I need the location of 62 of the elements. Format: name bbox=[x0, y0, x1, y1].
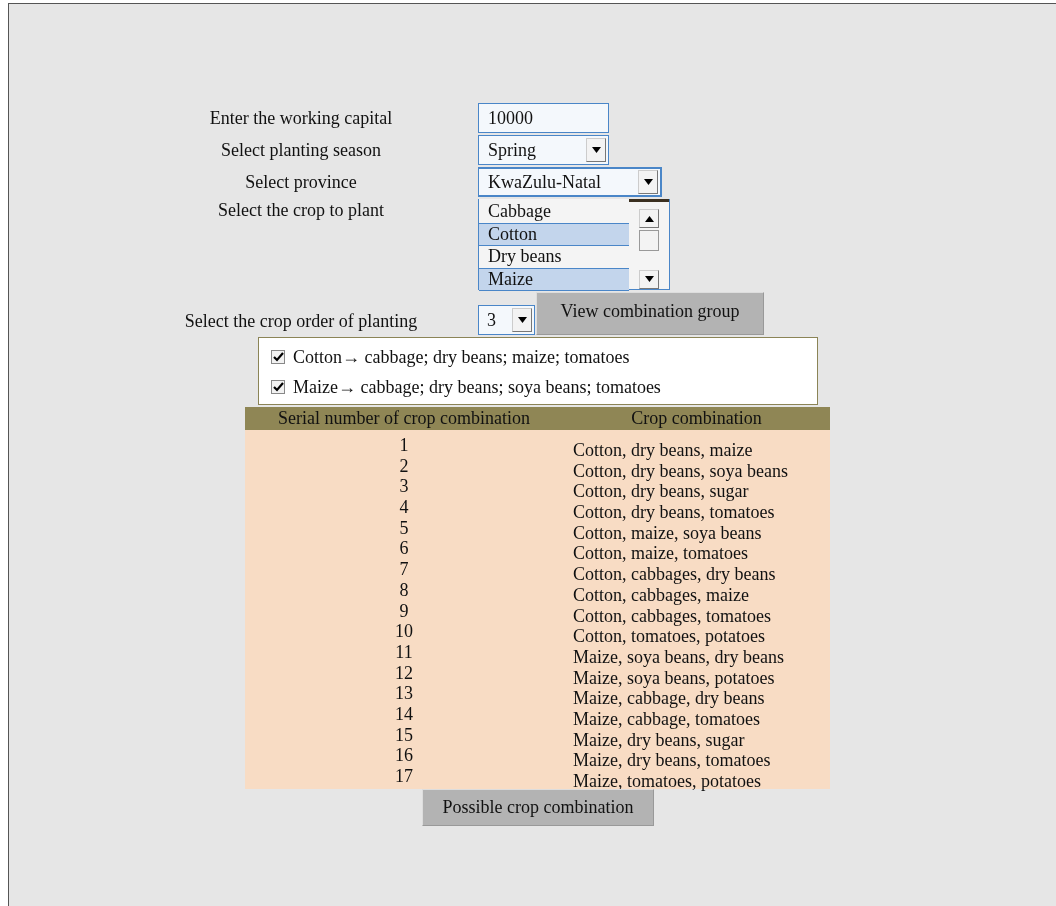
scroll-down-icon[interactable] bbox=[639, 269, 659, 289]
possible-combination-button[interactable]: Possible crop combination bbox=[422, 788, 654, 826]
table-cell-text: Cotton, cabbages, maize bbox=[572, 584, 750, 603]
input-field[interactable]: 10000 bbox=[478, 103, 609, 133]
table-cell-text: 5 bbox=[398, 519, 410, 540]
caret-icon bbox=[638, 170, 658, 194]
column-header: Serial number of crop combination bbox=[277, 407, 531, 430]
table-cell-text: Maize, soya beans, potatoes bbox=[572, 667, 776, 686]
table-cell-text: 2 bbox=[398, 457, 410, 478]
table-cell-text: 13 bbox=[394, 685, 414, 706]
table-cell-text: Cotton, maize, tomatoes bbox=[572, 543, 749, 562]
table-cell-text: 14 bbox=[394, 705, 414, 726]
field-label: Select planting season bbox=[220, 139, 382, 162]
table-cell-text: 12 bbox=[394, 664, 414, 685]
field-label: Select province bbox=[244, 171, 358, 194]
list-item[interactable]: Maize bbox=[479, 268, 629, 291]
column-header: Crop combination bbox=[630, 407, 763, 430]
list-item[interactable]: Dry beans bbox=[479, 246, 629, 268]
caret-icon bbox=[586, 138, 606, 162]
view-combination-button[interactable]: View combination group bbox=[536, 292, 764, 335]
table-cell-text: 6 bbox=[398, 540, 410, 561]
field-label: Select the crop to plant bbox=[217, 199, 385, 221]
rule-text: Cotton→ cabbage; dry beans; maize; tomatoes bbox=[293, 346, 630, 368]
table-cell-text: Maize, dry beans, sugar bbox=[572, 729, 746, 748]
dropdown[interactable]: Spring bbox=[478, 135, 609, 165]
checkbox[interactable] bbox=[271, 350, 285, 364]
table-cell-text: Maize, dry beans, tomatoes bbox=[572, 750, 772, 768]
table-cell-text: Cotton, dry beans, sugar bbox=[572, 481, 750, 500]
list-item[interactable]: Cabbage bbox=[479, 201, 629, 223]
table-cell-text: Cotton, tomatoes, potatoes bbox=[572, 626, 766, 644]
table-cell-text: Cotton, cabbages, dry beans bbox=[572, 563, 777, 582]
field-label: Enter the working capital bbox=[208, 107, 394, 130]
table-cell-text: Maize, soya beans, dry beans bbox=[572, 646, 785, 665]
table-cell-text: 16 bbox=[394, 747, 414, 768]
list-item[interactable]: Cotton bbox=[479, 223, 629, 246]
dropdown[interactable]: 3 bbox=[478, 305, 535, 335]
table-cell-text: 1 bbox=[398, 437, 410, 457]
table-cell-text: Maize, cabbage, tomatoes bbox=[572, 708, 761, 727]
rule-text: Maize→ cabbage; dry beans; soya beans; tomatoes bbox=[293, 376, 661, 398]
field-label: Select the crop order of planting bbox=[183, 310, 419, 333]
scroll-up-icon[interactable] bbox=[639, 209, 659, 229]
scrollbar-thumb[interactable] bbox=[639, 230, 659, 251]
table-cell-text: 4 bbox=[398, 499, 410, 520]
table-cell-text: 3 bbox=[398, 478, 410, 499]
table-cell-text: 15 bbox=[394, 726, 414, 747]
scrollbar[interactable] bbox=[629, 199, 669, 289]
caret-icon bbox=[512, 308, 532, 332]
table-cell-text: Cotton, dry beans, tomatoes bbox=[572, 501, 776, 520]
table-cell-text: Maize, cabbage, dry beans bbox=[572, 688, 766, 706]
table-cell-text: 10 bbox=[394, 623, 414, 644]
table-cell-text: 11 bbox=[394, 643, 414, 664]
table-cell-text: Cotton, dry beans, soya beans bbox=[572, 460, 789, 479]
table-cell-text: Cotton, dry beans, maize bbox=[572, 439, 754, 458]
dropdown[interactable]: KwaZulu-Natal bbox=[478, 167, 662, 197]
table-cell-text: 7 bbox=[398, 561, 410, 582]
table-cell-text: Maize, tomatoes, potatoes bbox=[572, 770, 762, 789]
table-cell-text: 17 bbox=[394, 768, 414, 788]
checkbox[interactable] bbox=[271, 380, 285, 394]
table-cell-text: Cotton, cabbages, tomatoes bbox=[572, 605, 772, 624]
table-cell-text: Cotton, maize, soya beans bbox=[572, 522, 763, 541]
table-cell-text: 8 bbox=[398, 581, 410, 602]
table-cell-text: 9 bbox=[398, 602, 410, 623]
